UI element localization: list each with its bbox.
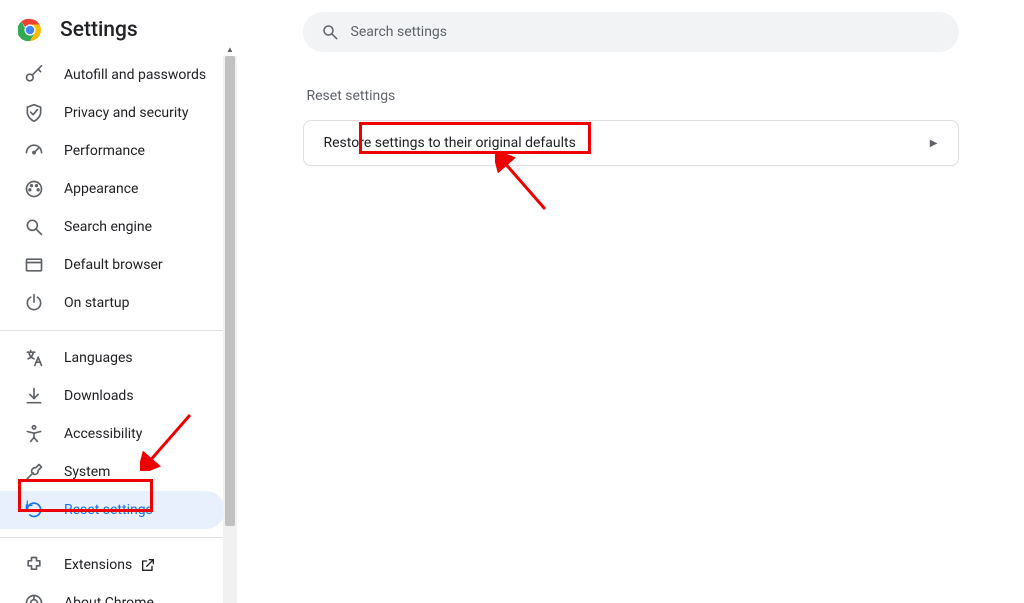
- sidebar-item-reset-settings[interactable]: Reset settings: [0, 491, 225, 529]
- settings-card: Restore settings to their original defau…: [303, 120, 959, 166]
- sidebar-item-label: Default browser: [64, 257, 163, 273]
- scrollbar[interactable]: ▲: [223, 56, 237, 603]
- sidebar-item-label: About Chrome: [64, 595, 154, 603]
- sidebar-item-label: Autofill and passwords: [64, 67, 206, 83]
- sidebar-item-label: System: [64, 464, 110, 480]
- download-icon: [24, 386, 44, 406]
- palette-icon: [24, 179, 44, 199]
- sidebar-item-label: Accessibility: [64, 426, 142, 442]
- sidebar-item-label: Languages: [64, 350, 133, 366]
- chevron-right-icon: ▶: [930, 138, 938, 149]
- sidebar: Settings Autofill and passwords Privacy …: [0, 0, 237, 603]
- sidebar-item-label: Extensions: [64, 557, 132, 573]
- chrome-logo-icon: [18, 18, 42, 42]
- sidebar-item-label: Search engine: [64, 219, 152, 235]
- sidebar-item-label: Appearance: [64, 181, 138, 197]
- sidebar-item-on-startup[interactable]: On startup: [0, 284, 225, 322]
- sidebar-item-autofill[interactable]: Autofill and passwords: [0, 56, 225, 94]
- speedometer-icon: [24, 141, 44, 161]
- accessibility-icon: [24, 424, 44, 444]
- sidebar-item-about-chrome[interactable]: About Chrome: [0, 584, 225, 603]
- browser-icon: [24, 255, 44, 275]
- search-icon: [24, 217, 44, 237]
- sidebar-item-languages[interactable]: Languages: [0, 339, 225, 377]
- restore-defaults-label: Restore settings to their original defau…: [324, 135, 576, 151]
- sidebar-item-label: Privacy and security: [64, 105, 188, 121]
- sidebar-item-default-browser[interactable]: Default browser: [0, 246, 225, 284]
- sidebar-item-accessibility[interactable]: Accessibility: [0, 415, 225, 453]
- divider: [0, 537, 237, 538]
- section-title: Reset settings: [303, 88, 959, 104]
- restore-defaults-row[interactable]: Restore settings to their original defau…: [304, 121, 958, 165]
- main-content: Reset settings Restore settings to their…: [237, 0, 1024, 603]
- extension-icon: [24, 555, 44, 575]
- sidebar-item-label: Performance: [64, 143, 145, 159]
- sidebar-item-downloads[interactable]: Downloads: [0, 377, 225, 415]
- external-link-icon: [140, 557, 156, 573]
- scrollbar-thumb[interactable]: [225, 56, 235, 526]
- key-icon: [24, 65, 44, 85]
- search-icon: [321, 23, 339, 41]
- power-icon: [24, 293, 44, 313]
- sidebar-item-appearance[interactable]: Appearance: [0, 170, 225, 208]
- search-input[interactable]: [351, 24, 941, 40]
- reset-icon: [24, 500, 44, 520]
- wrench-icon: [24, 462, 44, 482]
- sidebar-item-extensions[interactable]: Extensions: [0, 546, 225, 584]
- sidebar-item-search-engine[interactable]: Search engine: [0, 208, 225, 246]
- language-icon: [24, 348, 44, 368]
- sidebar-nav: Autofill and passwords Privacy and secur…: [0, 56, 237, 603]
- sidebar-item-label: On startup: [64, 295, 130, 311]
- divider: [0, 330, 237, 331]
- sidebar-item-performance[interactable]: Performance: [0, 132, 225, 170]
- chrome-icon: [24, 593, 44, 603]
- scrollbar-up-arrow[interactable]: ▲: [223, 42, 237, 56]
- sidebar-item-label: Downloads: [64, 388, 134, 404]
- search-bar[interactable]: [303, 12, 959, 52]
- sidebar-item-label: Reset settings: [64, 502, 153, 518]
- sidebar-item-system[interactable]: System: [0, 453, 225, 491]
- sidebar-item-privacy[interactable]: Privacy and security: [0, 94, 225, 132]
- sidebar-header: Settings: [0, 0, 237, 56]
- page-title: Settings: [60, 18, 138, 42]
- shield-icon: [24, 103, 44, 123]
